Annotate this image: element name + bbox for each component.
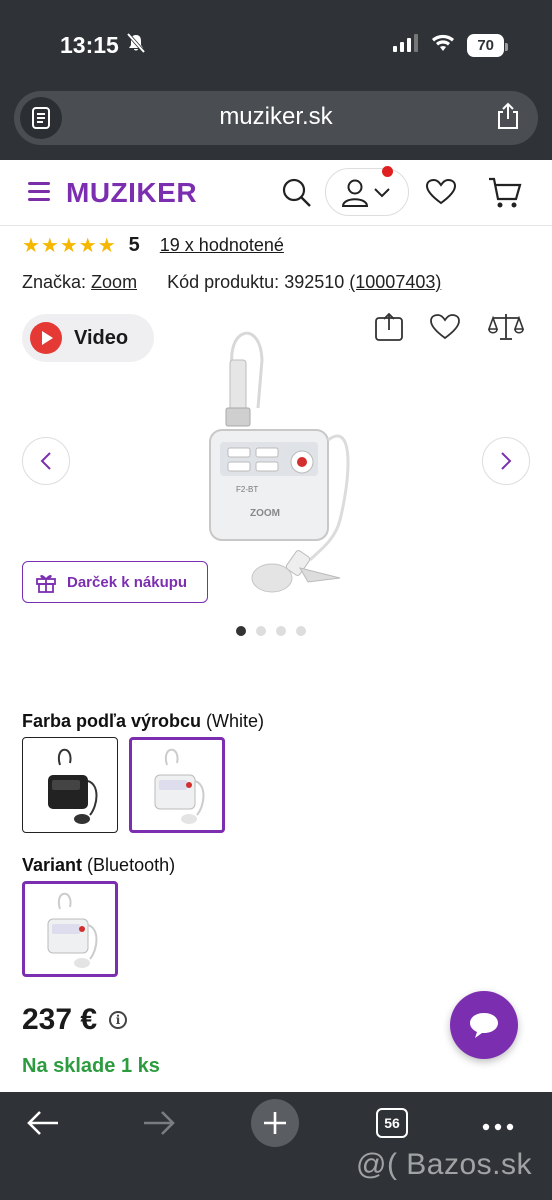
svg-text:ZOOM: ZOOM <box>250 508 280 519</box>
chevron-left-icon <box>40 452 51 470</box>
gift-label: Darček k nákupu <box>67 573 188 591</box>
rating-row: ★★★★★ 5 19 x hodnotené <box>22 232 284 258</box>
wishlist-product-icon[interactable] <box>430 314 460 345</box>
user-icon <box>342 179 368 207</box>
stock-status: Na sklade 1 ks <box>22 1055 160 1077</box>
price-amount: 237 € <box>22 1003 98 1036</box>
color-option-title: Farba podľa výrobcu (White) <box>22 711 264 732</box>
color-swatch-white[interactable] <box>129 737 225 833</box>
more-icon[interactable] <box>482 1118 514 1136</box>
battery-indicator: 70 <box>467 34 508 57</box>
gift-button[interactable]: Darček k nákupu <box>22 561 208 603</box>
product-meta: Značka: Zoom Kód produktu: 392510 (10007… <box>22 272 441 293</box>
url-text[interactable]: muziker.sk <box>14 103 538 131</box>
clock: 13:15 <box>60 32 119 58</box>
url-bar[interactable]: muziker.sk <box>14 91 538 145</box>
wishlist-icon[interactable] <box>425 178 457 210</box>
video-label: Video <box>74 326 129 349</box>
gallery-next-button[interactable] <box>482 437 530 485</box>
code-label: Kód produktu: <box>167 272 280 292</box>
share-product-icon[interactable] <box>374 312 404 347</box>
bell-muted-icon <box>126 32 146 59</box>
rating-stars: ★★★★★ <box>22 234 117 257</box>
browser-chrome-top: 13:15 70 muziker.sk <box>0 0 552 160</box>
price: 237 € i <box>22 1003 128 1037</box>
video-button[interactable]: Video <box>22 314 154 362</box>
gift-icon <box>36 575 56 593</box>
gallery-dot[interactable] <box>296 626 306 636</box>
brand-label: Značka: <box>22 272 87 292</box>
compare-icon[interactable] <box>487 312 525 347</box>
variant-option-title: Variant (Bluetooth) <box>22 855 175 876</box>
gallery-dot[interactable] <box>256 626 266 636</box>
gallery-prev-button[interactable] <box>22 437 70 485</box>
search-icon[interactable] <box>282 178 312 213</box>
plus-icon <box>264 1112 286 1134</box>
new-tab-button[interactable] <box>251 1099 299 1147</box>
site-logo[interactable]: MUZIKER <box>66 177 197 209</box>
product-image[interactable]: F2-BT ZOOM <box>190 320 360 600</box>
gallery-dot[interactable] <box>276 626 286 636</box>
share-icon[interactable] <box>496 102 520 135</box>
watermark: @( Bazos.sk <box>356 1148 532 1181</box>
cart-icon[interactable] <box>488 177 522 214</box>
chevron-right-icon <box>501 452 512 470</box>
info-icon[interactable]: i <box>109 1011 128 1029</box>
variant-swatch-bluetooth[interactable] <box>22 881 118 977</box>
chevron-down-icon <box>374 188 390 198</box>
tabs-button[interactable]: 56 <box>376 1108 408 1138</box>
chat-button[interactable] <box>450 991 518 1059</box>
color-label: Farba podľa výrobcu <box>22 711 201 731</box>
wifi-icon <box>431 34 455 57</box>
account-button[interactable] <box>325 168 409 216</box>
product-code: 392510 <box>284 272 345 292</box>
rating-value: 5 <box>128 233 140 256</box>
gallery-dot[interactable] <box>236 626 246 636</box>
status-icons: 70 <box>393 34 508 57</box>
browser-bottom-bar: 56 <box>0 1092 552 1200</box>
variant-label: Variant <box>22 855 83 875</box>
color-swatch-black[interactable] <box>22 737 118 833</box>
variant-value: (Bluetooth) <box>87 855 176 875</box>
product-code-extra[interactable]: (10007403) <box>349 272 441 292</box>
brand-link[interactable]: Zoom <box>91 272 137 292</box>
forward-icon[interactable] <box>142 1110 176 1141</box>
logo-text: MUZIKER <box>66 177 198 208</box>
chat-bubble-icon <box>470 1013 498 1038</box>
back-icon[interactable] <box>26 1110 60 1141</box>
color-value: (White) <box>206 711 264 731</box>
gallery-dots <box>236 626 306 636</box>
menu-icon[interactable] <box>28 182 50 202</box>
play-icon <box>30 322 62 354</box>
status-bar: 13:15 70 <box>0 0 552 86</box>
rating-count-link[interactable]: 19 x hodnotené <box>160 235 284 256</box>
notification-dot <box>382 166 393 177</box>
status-time: 13:15 <box>60 32 146 59</box>
site-header: MUZIKER <box>0 160 552 226</box>
signal-icon <box>393 34 419 57</box>
svg-text:F2-BT: F2-BT <box>236 485 258 494</box>
